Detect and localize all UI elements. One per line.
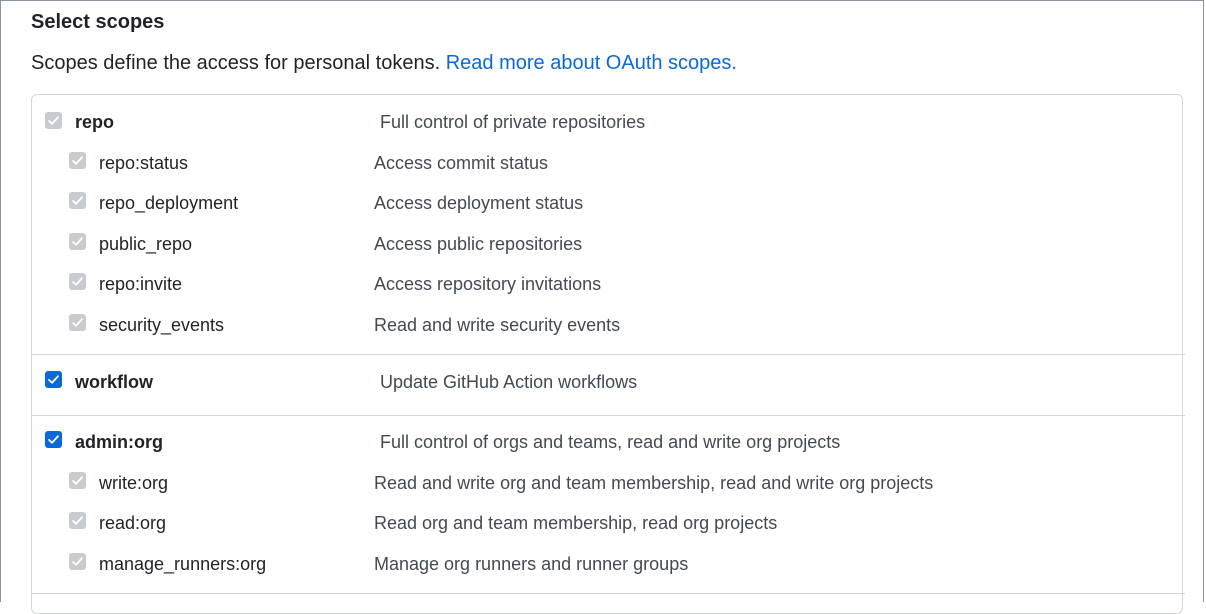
scope-name-repo-invite: repo:invite: [99, 274, 183, 294]
scope-desc-public-repo: Access public repositories: [374, 234, 583, 254]
scope-name-public-repo: public_repo: [99, 234, 193, 254]
check-icon: [48, 375, 59, 384]
write-org-checkbox[interactable]: [69, 472, 86, 489]
scope-desc-read-org: Read org and team membership, read org p…: [374, 513, 778, 533]
scope-desc-write-org: Read and write org and team membership, …: [374, 473, 934, 493]
group-divider: [31, 415, 1185, 416]
scope-name-write-org: write:org: [99, 473, 169, 493]
oauth-scopes-link[interactable]: Read more about OAuth scopes.: [446, 52, 737, 74]
scope-name-repo: repo: [75, 112, 115, 132]
scope-name-read-org: read:org: [99, 513, 167, 533]
read-org-checkbox[interactable]: [69, 512, 86, 529]
section-title: Select scopes: [31, 11, 165, 33]
scope-name-workflow: workflow: [75, 372, 154, 392]
check-icon: [72, 156, 83, 165]
scope-desc-security-events: Read and write security events: [374, 315, 621, 335]
check-icon: [72, 557, 83, 566]
repo-deployment-checkbox[interactable]: [69, 192, 86, 209]
scope-desc-repo: Full control of private repositories: [380, 112, 646, 132]
manage-runners-org-checkbox[interactable]: [69, 553, 86, 570]
public-repo-checkbox[interactable]: [69, 233, 86, 250]
workflow-checkbox[interactable]: [45, 371, 62, 388]
repo-checkbox[interactable]: [45, 112, 62, 129]
scope-desc-manage-runners-org: Manage org runners and runner groups: [374, 554, 689, 574]
check-icon: [72, 237, 83, 246]
scope-desc-admin-org: Full control of orgs and teams, read and…: [380, 432, 841, 452]
group-divider: [31, 354, 1185, 355]
scope-desc-workflow: Update GitHub Action workflows: [380, 372, 638, 392]
description-text: Scopes define the access for personal to…: [31, 52, 441, 74]
scope-desc-repo-deployment: Access deployment status: [374, 193, 584, 213]
check-icon: [72, 196, 83, 205]
scope-name-manage-runners-org: manage_runners:org: [99, 554, 267, 574]
scope-desc-repo-status: Access commit status: [374, 153, 549, 173]
scope-name-security-events: security_events: [99, 315, 225, 335]
check-icon: [72, 516, 83, 525]
check-icon: [72, 277, 83, 286]
scope-name-repo-status: repo:status: [99, 153, 189, 173]
check-icon: [72, 318, 83, 327]
check-icon: [48, 435, 59, 444]
repo-invite-checkbox[interactable]: [69, 273, 86, 290]
admin-org-checkbox[interactable]: [45, 431, 62, 448]
check-icon: [72, 476, 83, 485]
group-divider: [31, 593, 1185, 594]
scope-desc-repo-invite: Access repository invitations: [374, 274, 602, 294]
scope-name-repo-deployment: repo_deployment: [99, 193, 239, 213]
check-icon: [48, 116, 59, 125]
repo-status-checkbox[interactable]: [69, 152, 86, 169]
scope-name-admin-org: admin:org: [75, 432, 163, 452]
section-description: Scopes define the access for personal to…: [31, 52, 737, 75]
security-events-checkbox[interactable]: [69, 314, 86, 331]
